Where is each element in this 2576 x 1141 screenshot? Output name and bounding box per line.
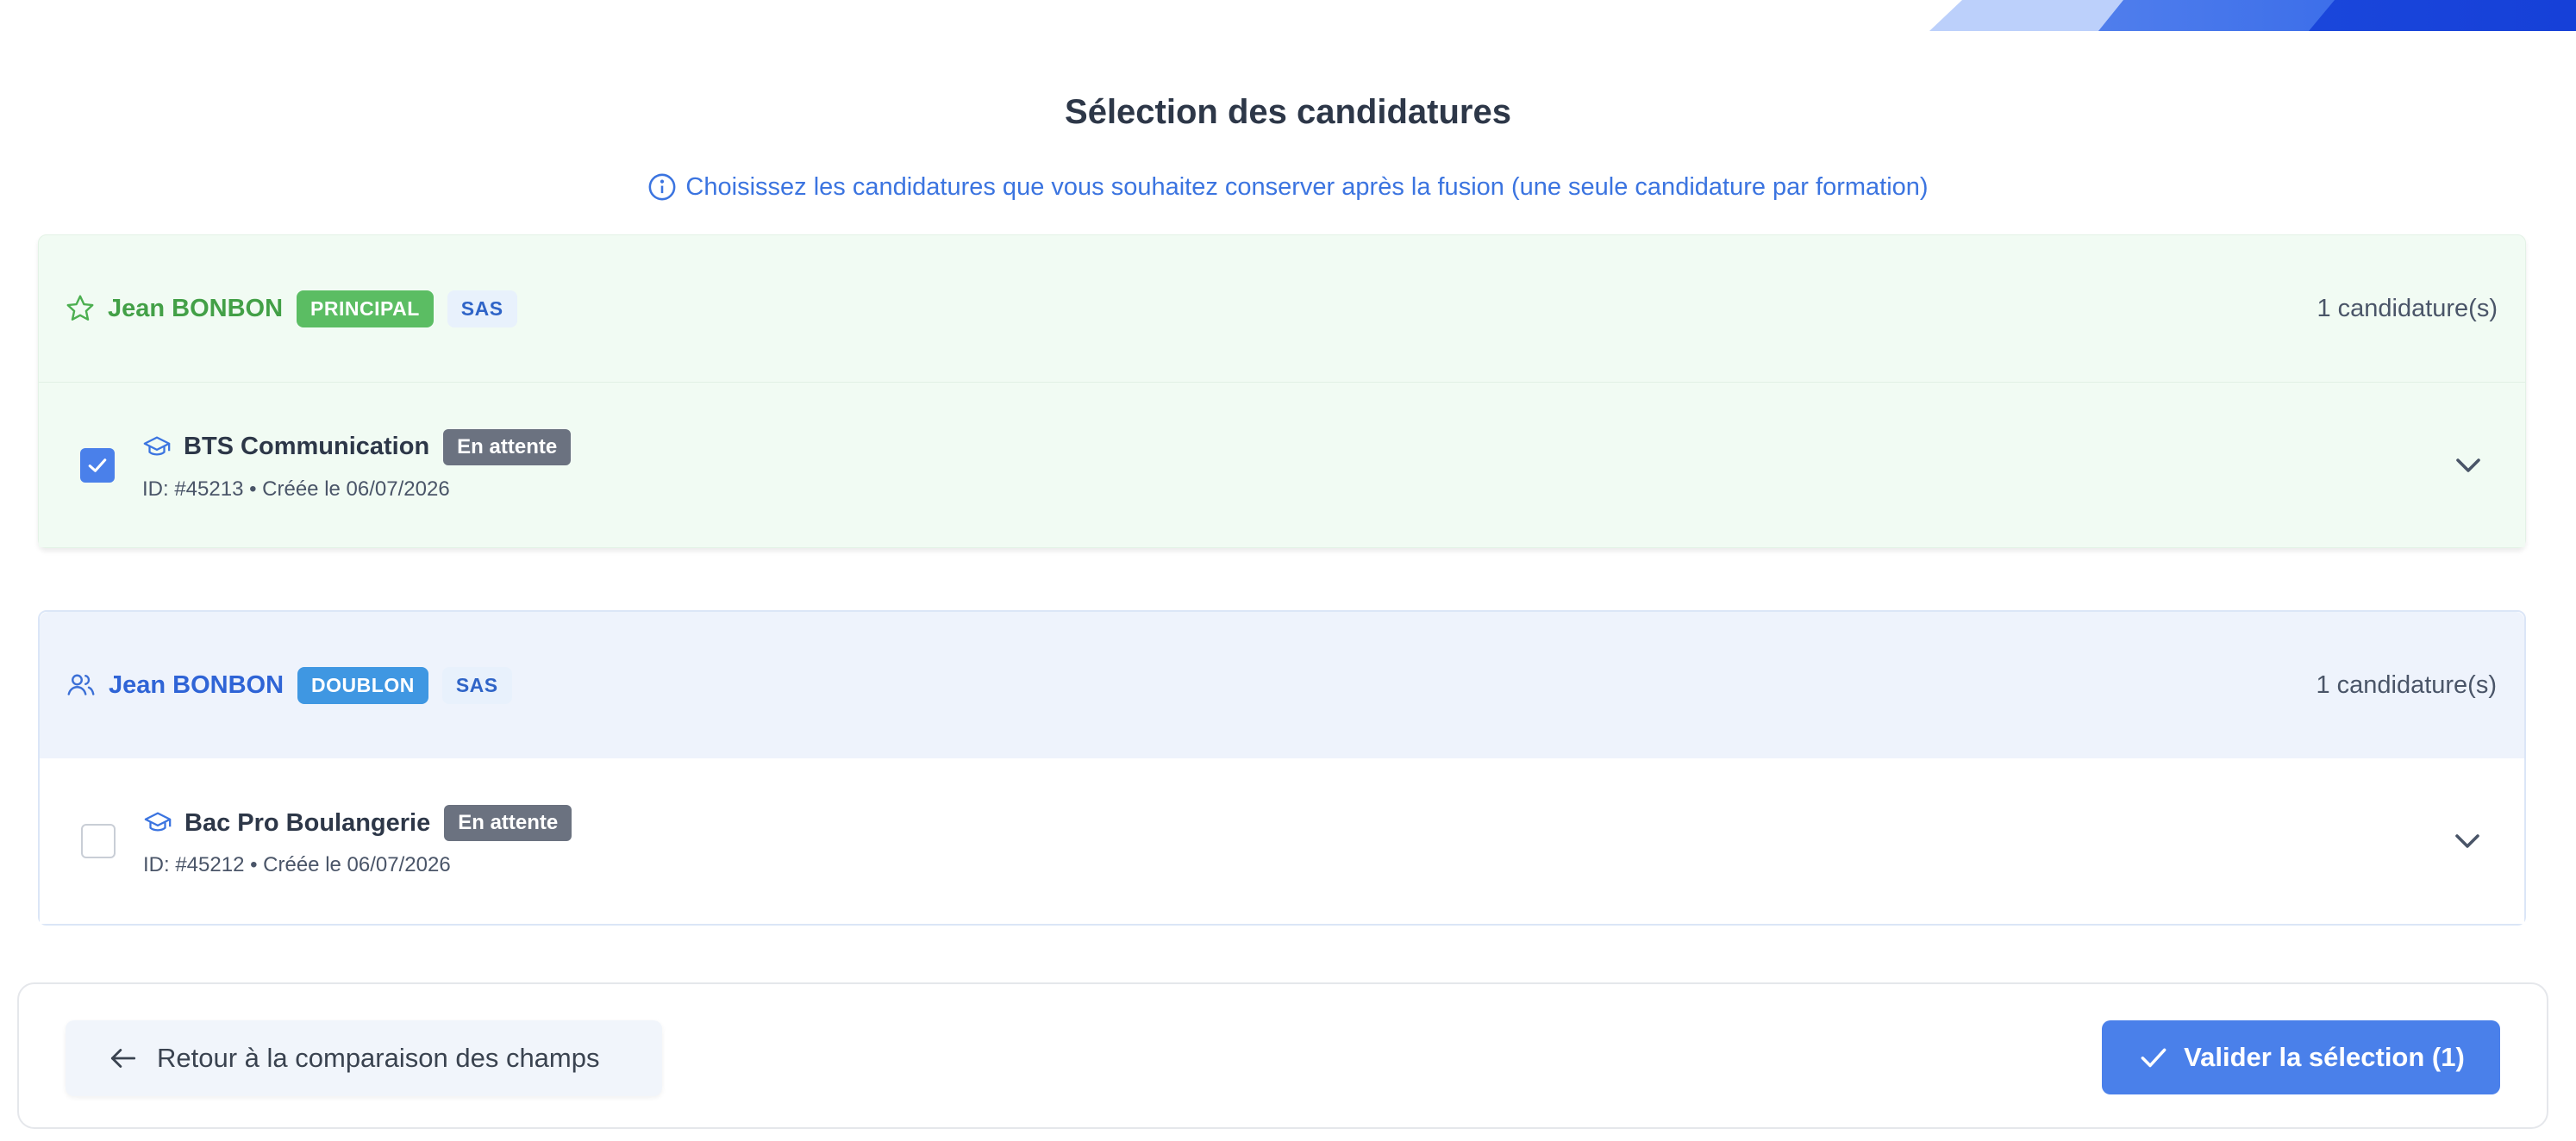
source-badge: SAS [447, 290, 517, 327]
application-meta: ID: #45213 • Créée le 06/07/2026 [142, 477, 450, 501]
hint-text: Choisissez les candidatures que vous sou… [685, 172, 1929, 201]
chevron-down-icon[interactable] [2448, 445, 2489, 486]
application-count: 1 candidature(s) [2316, 670, 2497, 699]
application-row[interactable]: BTS Communication En attente ID: #45213 … [39, 382, 2525, 547]
doublon-badge: DOUBLON [297, 666, 428, 704]
application-checkbox[interactable] [81, 824, 116, 858]
selection-hint: Choisissez les candidatures que vous sou… [0, 172, 2576, 202]
info-icon [648, 173, 676, 201]
application-meta: ID: #45212 • Créée le 06/07/2026 [143, 853, 451, 876]
candidate-name: Jean BONBON [109, 670, 284, 699]
course-name: BTS Communication [184, 433, 430, 460]
principal-badge: PRINCIPAL [297, 290, 434, 327]
status-badge: En attente [443, 428, 572, 465]
group-header: Jean BONBON PRINCIPAL SAS 1 candidature(… [39, 235, 2525, 382]
graduation-cap-icon [144, 812, 172, 832]
arrow-left-icon [110, 1049, 136, 1068]
application-row[interactable]: Bac Pro Boulangerie En attente ID: #4521… [40, 758, 2524, 924]
validate-selection-button[interactable]: Valider la sélection (1) [2102, 1020, 2500, 1094]
header-decoration [1929, 0, 2576, 31]
application-count: 1 candidature(s) [2317, 294, 2498, 322]
check-icon [2141, 1048, 2166, 1068]
candidate-name: Jean BONBON [108, 294, 284, 322]
graduation-cap-icon [143, 436, 171, 455]
chevron-down-icon[interactable] [2447, 820, 2488, 862]
page-title: Sélection des candidatures [1065, 93, 1511, 131]
users-icon [67, 674, 95, 695]
course-name: Bac Pro Boulangerie [184, 808, 431, 837]
source-badge: SAS [441, 666, 512, 704]
group-doublon: Jean BONBON DOUBLON SAS 1 candidature(s)… [38, 610, 2526, 926]
status-badge: En attente [444, 805, 572, 841]
validate-button-label: Valider la sélection (1) [2184, 1042, 2465, 1072]
back-to-field-comparison-button[interactable]: Retour à la comparaison des champs [66, 1020, 662, 1096]
footer-bar: Retour à la comparaison des champs Valid… [17, 982, 2548, 1129]
check-icon [88, 458, 107, 472]
star-icon [66, 295, 94, 321]
application-checkbox[interactable] [80, 447, 115, 483]
group-principal: Jean BONBON PRINCIPAL SAS 1 candidature(… [38, 234, 2526, 548]
back-button-label: Retour à la comparaison des champs [157, 1043, 600, 1073]
group-header: Jean BONBON DOUBLON SAS 1 candidature(s) [40, 612, 2524, 758]
